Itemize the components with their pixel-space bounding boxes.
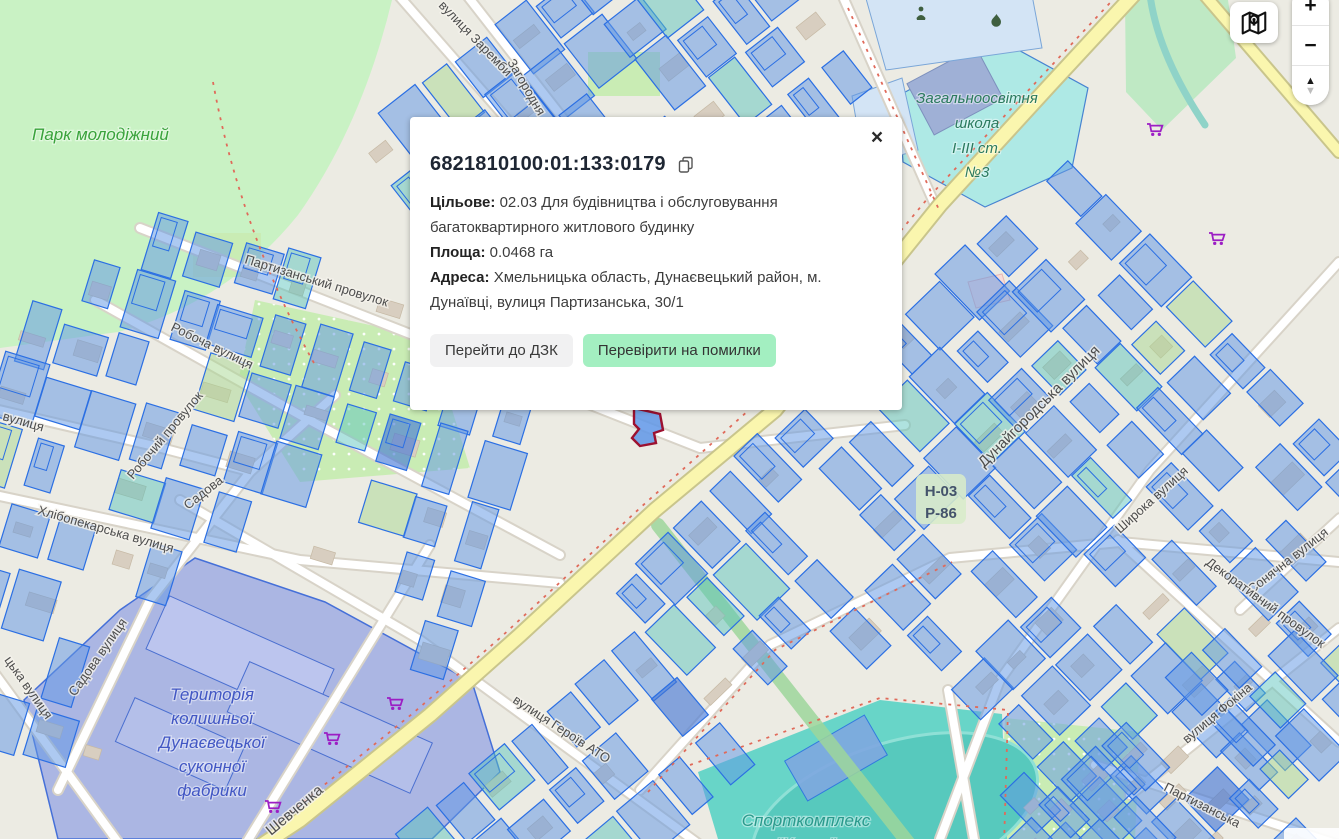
road-shield: Н-03 Р-86: [916, 474, 966, 524]
svg-text:фабрики: фабрики: [177, 781, 247, 800]
field-purpose: Цільове: 02.03 Для будівництва і обслуго…: [430, 190, 882, 240]
parcel-details: Цільове: 02.03 Для будівництва і обслуго…: [430, 190, 882, 315]
svg-text:Дунаєвецької: Дунаєвецької: [157, 733, 267, 752]
goto-dzk-button[interactable]: Перейти до ДЗК: [430, 334, 573, 367]
copy-button[interactable]: [678, 156, 694, 174]
field-address: Адреса: Хмельницька область, Дунаєвецьки…: [430, 265, 882, 315]
svg-text:Р-86: Р-86: [925, 505, 957, 522]
zoom-in-button[interactable]: +: [1292, 0, 1329, 25]
check-errors-button[interactable]: Перевірити на помилки: [583, 334, 776, 367]
tilt-control[interactable]: ▲ ▼: [1292, 65, 1329, 105]
map-pin-icon: [1240, 10, 1268, 36]
zoom-out-button[interactable]: −: [1292, 25, 1329, 65]
field-area: Площа: 0.0468 га: [430, 240, 882, 265]
svg-text:школа: школа: [955, 115, 999, 132]
arrow-up-icon: ▲: [1305, 76, 1316, 86]
copy-icon: [678, 156, 694, 174]
parcel-info-popup: × 6821810100:01:133:0179 Цільове: 02.03 …: [410, 117, 902, 410]
school-label: Загальноосвітня: [916, 90, 1038, 107]
park-label: Парк молодіжний: [32, 125, 169, 144]
factory-label: Територія: [170, 685, 254, 704]
layers-button[interactable]: [1230, 2, 1278, 43]
sport-complex-label: Спорткомплекс: [742, 811, 871, 830]
svg-text:"Колос": "Колос": [777, 835, 837, 839]
map-viewport: Н-03 Р-86 Партизанський провулок Робоча …: [0, 0, 1339, 839]
svg-text:колишньої: колишньої: [171, 709, 255, 728]
close-button[interactable]: ×: [866, 127, 888, 149]
svg-text:№3: №3: [965, 164, 990, 181]
attribution: [1284, 828, 1339, 839]
arrow-down-icon: ▼: [1305, 86, 1316, 96]
svg-text:суконної: суконної: [179, 757, 247, 776]
svg-text:Н-03: Н-03: [925, 483, 958, 500]
svg-text:І-ІІІ ст.: І-ІІІ ст.: [952, 140, 1002, 157]
cadastral-number: 6821810100:01:133:0179: [430, 153, 666, 176]
zoom-control: + − ▲ ▼: [1292, 0, 1329, 105]
